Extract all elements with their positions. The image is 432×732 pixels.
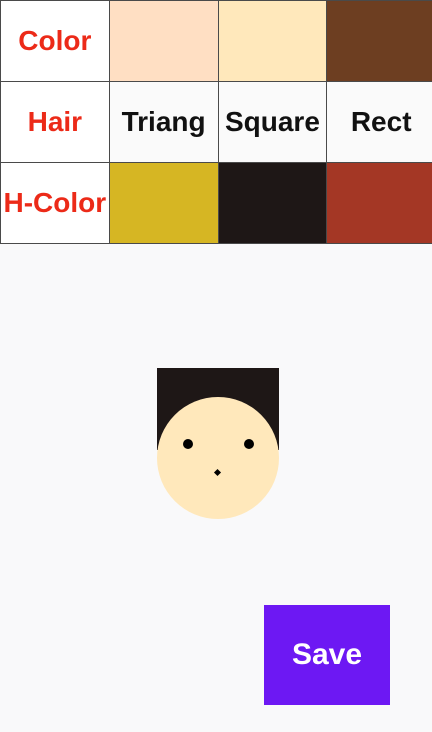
save-button[interactable]: Save [264, 605, 390, 705]
hair-option-triangle[interactable]: Triang [108, 81, 219, 163]
hair-option-rect[interactable]: Rect [326, 81, 432, 163]
avatar-right-eye [244, 439, 254, 449]
skin-color-swatch-3[interactable] [326, 0, 432, 82]
color-row: Color [0, 0, 432, 82]
color-label: Color [0, 0, 110, 82]
hair-option-square[interactable]: Square [217, 81, 328, 163]
hair-color-swatch-2[interactable] [217, 162, 328, 244]
hair-color-swatch-3[interactable] [326, 162, 432, 244]
hair-label: Hair [0, 81, 110, 163]
avatar-left-eye [183, 439, 193, 449]
hair-color-row: H-Color [0, 162, 432, 244]
avatar-face [157, 397, 279, 519]
hair-color-swatch-1[interactable] [108, 162, 219, 244]
hair-row: Hair Triang Square Rect [0, 81, 432, 163]
skin-color-swatch-1[interactable] [108, 0, 219, 82]
avatar-options-grid: Color Hair Triang Square Rect H-Color [0, 0, 432, 244]
hair-color-label: H-Color [0, 162, 110, 244]
skin-color-swatch-2[interactable] [217, 0, 328, 82]
